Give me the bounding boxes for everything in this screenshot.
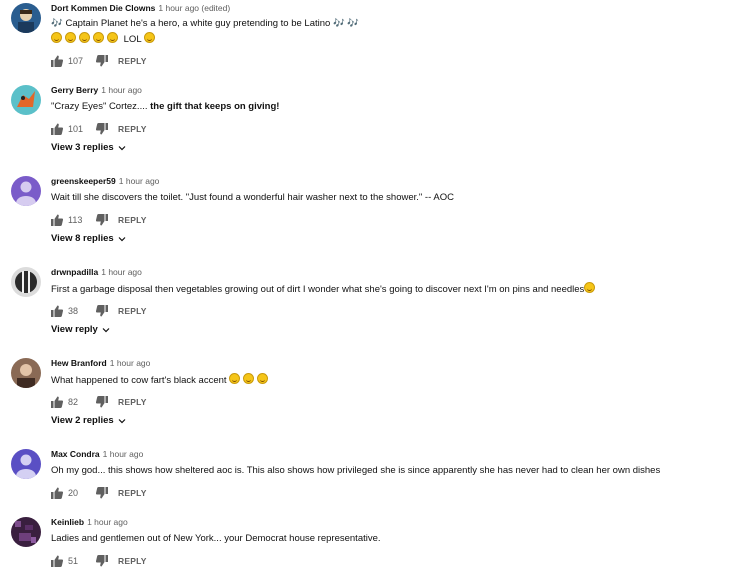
avatar[interactable] <box>11 3 41 33</box>
thumbs-down-icon[interactable] <box>96 555 108 567</box>
thumbs-down-icon[interactable] <box>96 487 108 499</box>
comment-header: drwnpadilla 1 hour ago <box>51 267 142 278</box>
avatar[interactable] <box>11 85 41 115</box>
reply-button[interactable]: REPLY <box>118 56 147 66</box>
reply-button[interactable]: REPLY <box>118 397 147 407</box>
timestamp[interactable]: 1 hour ago <box>110 358 151 368</box>
reply-button[interactable]: REPLY <box>118 488 147 498</box>
comment-text: 🎶 Captain Planet he's a hero, a white gu… <box>51 18 360 29</box>
chevron-down-icon <box>118 145 126 150</box>
thumbs-up-icon[interactable] <box>51 487 63 499</box>
avatar[interactable] <box>11 449 41 479</box>
author-name[interactable]: Max Condra <box>51 449 100 459</box>
laughing-emoji-icon <box>143 32 155 43</box>
timestamp[interactable]: 1 hour ago (edited) <box>158 3 230 13</box>
thumbs-down-icon[interactable] <box>96 396 108 408</box>
comment-text: Ladies and gentlemen out of New York... … <box>51 533 381 544</box>
reply-button[interactable]: REPLY <box>118 556 147 566</box>
comment-actions: 51 REPLY <box>51 554 147 568</box>
comment-header: Hew Branford 1 hour ago <box>51 358 150 369</box>
chevron-down-icon <box>118 236 126 241</box>
view-replies-label: View 3 replies <box>51 142 114 153</box>
comment-actions: 38 REPLY <box>51 304 147 318</box>
reply-button[interactable]: REPLY <box>118 215 147 225</box>
chevron-down-icon <box>102 327 110 332</box>
author-name[interactable]: Dort Kommen Die Clowns <box>51 3 155 13</box>
comment-actions: 113 REPLY <box>51 213 147 227</box>
chevron-down-icon <box>118 418 126 423</box>
confused-emoji-icon <box>584 282 596 293</box>
author-name[interactable]: Gerry Berry <box>51 85 98 95</box>
thumbs-up-icon[interactable] <box>51 55 63 67</box>
laughing-emoji-icon <box>51 32 62 43</box>
timestamp[interactable]: 1 hour ago <box>87 517 128 527</box>
thumbs-down-icon[interactable] <box>96 55 108 67</box>
like-count: 107 <box>68 56 84 66</box>
author-name[interactable]: Hew Branford <box>51 358 107 368</box>
comment-header: greenskeeper59 1 hour ago <box>51 176 159 187</box>
thumbs-up-icon[interactable] <box>51 123 63 135</box>
laughing-emoji-icon <box>93 32 104 43</box>
avatar[interactable] <box>11 517 41 547</box>
author-name[interactable]: Keinlieb <box>51 517 84 527</box>
like-count: 82 <box>68 397 79 407</box>
like-count: 20 <box>68 488 79 498</box>
laughing-emoji-icon <box>257 373 269 384</box>
comment-text: What happened to cow fart's black accent <box>51 373 271 387</box>
thumbs-down-icon[interactable] <box>96 214 108 226</box>
laughing-emoji-icon <box>65 32 76 43</box>
laughing-emoji-icon <box>229 373 241 384</box>
comment-text-bold: the gift that keeps on giving! <box>147 101 280 112</box>
comment-text-body: What happened to cow fart's black accent <box>51 375 227 386</box>
avatar[interactable] <box>11 176 41 206</box>
comment-text: "Crazy Eyes" Cortez.... the gift that ke… <box>51 100 279 113</box>
laughing-emoji-icon <box>107 32 118 43</box>
avatar[interactable] <box>11 358 41 388</box>
author-name[interactable]: greenskeeper59 <box>51 176 116 186</box>
like-count: 101 <box>68 124 84 134</box>
like-count: 51 <box>68 556 79 566</box>
comment-text: Wait till she discovers the toilet. "Jus… <box>51 192 454 203</box>
thumbs-down-icon[interactable] <box>96 123 108 135</box>
comment-actions: 107 REPLY <box>51 54 147 68</box>
thumbs-down-icon[interactable] <box>96 305 108 317</box>
comment-actions: 82 REPLY <box>51 395 147 409</box>
comment-actions: 101 REPLY <box>51 122 147 136</box>
author-name[interactable]: drwnpadilla <box>51 267 98 277</box>
timestamp[interactable]: 1 hour ago <box>103 449 144 459</box>
comment-text-line2: LOL <box>51 32 158 46</box>
avatar[interactable] <box>11 267 41 297</box>
timestamp[interactable]: 1 hour ago <box>101 85 142 95</box>
comment-header: Dort Kommen Die Clowns 1 hour ago (edited… <box>51 3 230 14</box>
timestamp[interactable]: 1 hour ago <box>101 267 142 277</box>
timestamp[interactable]: 1 hour ago <box>119 176 160 186</box>
comment-header: Gerry Berry 1 hour ago <box>51 85 142 96</box>
view-replies-label: View 2 replies <box>51 415 114 426</box>
comment-header: Keinlieb 1 hour ago <box>51 517 128 528</box>
like-count: 113 <box>68 215 83 225</box>
comment-text: First a garbage disposal then vegetables… <box>51 282 598 296</box>
view-replies-button[interactable]: View 3 replies <box>51 142 126 153</box>
view-replies-label: View 8 replies <box>51 233 114 244</box>
thumbs-up-icon[interactable] <box>51 305 63 317</box>
thumbs-up-icon[interactable] <box>51 555 63 567</box>
laughing-emoji-icon <box>79 32 90 43</box>
thumbs-up-icon[interactable] <box>51 214 63 226</box>
reply-button[interactable]: REPLY <box>118 124 147 134</box>
thumbs-up-icon[interactable] <box>51 396 63 408</box>
comment-text-lol: LOL <box>123 34 142 45</box>
view-replies-button[interactable]: View reply <box>51 324 110 335</box>
comment-text-plain: "Crazy Eyes" Cortez.... <box>51 101 148 112</box>
view-replies-button[interactable]: View 2 replies <box>51 415 126 426</box>
reply-button[interactable]: REPLY <box>118 306 147 316</box>
comment-actions: 20 REPLY <box>51 486 147 500</box>
comment-text-body: First a garbage disposal then vegetables… <box>51 284 585 295</box>
comment-text: Oh my god... this shows how sheltered ao… <box>51 465 661 476</box>
like-count: 38 <box>68 306 79 316</box>
view-replies-label: View reply <box>51 324 98 335</box>
view-replies-button[interactable]: View 8 replies <box>51 233 126 244</box>
comment-header: Max Condra 1 hour ago <box>51 449 143 460</box>
laughing-emoji-icon <box>243 373 255 384</box>
